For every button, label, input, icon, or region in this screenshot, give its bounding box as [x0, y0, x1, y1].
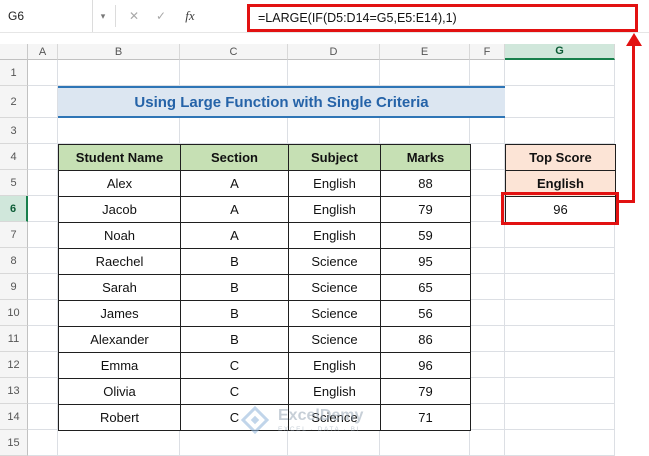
cell[interactable]: C: [181, 353, 289, 379]
row-header-14[interactable]: 14: [0, 404, 28, 430]
row-header-12[interactable]: 12: [0, 352, 28, 378]
row-header-9[interactable]: 9: [0, 274, 28, 300]
cell[interactable]: Science: [289, 405, 381, 431]
cell[interactable]: 71: [381, 405, 471, 431]
cell[interactable]: B: [181, 275, 289, 301]
header-section[interactable]: Section: [181, 145, 289, 171]
cell[interactable]: English: [289, 223, 381, 249]
enter-icon[interactable]: ✓: [149, 0, 173, 32]
cell[interactable]: 95: [381, 249, 471, 275]
cell[interactable]: Alex: [59, 171, 181, 197]
row-header-10[interactable]: 10: [0, 300, 28, 326]
insert-function-icon[interactable]: fx: [178, 0, 202, 32]
cell[interactable]: B: [181, 249, 289, 275]
row-header-15[interactable]: 15: [0, 430, 28, 456]
cell[interactable]: C: [181, 405, 289, 431]
cell[interactable]: English: [289, 379, 381, 405]
header-student-name[interactable]: Student Name: [59, 145, 181, 171]
row-header-6[interactable]: 6: [0, 196, 28, 222]
selected-cell-highlight: [501, 192, 619, 225]
cell[interactable]: Science: [289, 327, 381, 353]
cell[interactable]: 56: [381, 301, 471, 327]
name-box-dropdown-icon[interactable]: ▾: [94, 0, 112, 32]
cell[interactable]: Emma: [59, 353, 181, 379]
formula-bar[interactable]: =LARGE(IF(D5:D14=G5,E5:E14),1): [247, 4, 638, 32]
header-marks[interactable]: Marks: [381, 145, 471, 171]
cell[interactable]: B: [181, 327, 289, 353]
gridline-v: [614, 60, 615, 456]
cell[interactable]: Olivia: [59, 379, 181, 405]
cell[interactable]: Science: [289, 275, 381, 301]
column-header-C[interactable]: C: [180, 44, 288, 60]
formula-toolbar: G6 ▾ ✕ ✓ fx =LARGE(IF(D5:D14=G5,E5:E14),…: [0, 0, 649, 33]
row-header-13[interactable]: 13: [0, 378, 28, 404]
column-header-E[interactable]: E: [380, 44, 470, 60]
cell[interactable]: Robert: [59, 405, 181, 431]
row-header-1[interactable]: 1: [0, 60, 28, 86]
column-header-B[interactable]: B: [58, 44, 180, 60]
toolbar-divider: [115, 5, 116, 27]
column-header-A[interactable]: A: [28, 44, 58, 60]
row-header-3[interactable]: 3: [0, 118, 28, 144]
cell[interactable]: C: [181, 379, 289, 405]
row-header-5[interactable]: 5: [0, 170, 28, 196]
formula-text: =LARGE(IF(D5:D14=G5,E5:E14),1): [258, 11, 457, 25]
column-header-D[interactable]: D: [288, 44, 380, 60]
row-header-8[interactable]: 8: [0, 248, 28, 274]
select-all-corner[interactable]: [0, 44, 28, 60]
spreadsheet-grid: A B C D E F G 1 2 3 4 5 6 7 8 9 10 11 12…: [0, 44, 649, 456]
cell[interactable]: English: [289, 197, 381, 223]
cell[interactable]: 96: [381, 353, 471, 379]
name-box[interactable]: G6: [0, 0, 93, 32]
excel-window: G6 ▾ ✕ ✓ fx =LARGE(IF(D5:D14=G5,E5:E14),…: [0, 0, 649, 456]
cell[interactable]: English: [289, 353, 381, 379]
row-header-2[interactable]: 2: [0, 86, 28, 118]
cell[interactable]: Sarah: [59, 275, 181, 301]
cell[interactable]: 86: [381, 327, 471, 353]
cell[interactable]: Raechel: [59, 249, 181, 275]
row-header-7[interactable]: 7: [0, 222, 28, 248]
arrow-stub: [619, 200, 635, 203]
cell[interactable]: 65: [381, 275, 471, 301]
student-table: Student Name Section Subject Marks Alex …: [58, 144, 471, 431]
cell[interactable]: English: [289, 171, 381, 197]
cell[interactable]: 59: [381, 223, 471, 249]
column-header-F[interactable]: F: [470, 44, 505, 60]
cell[interactable]: Science: [289, 301, 381, 327]
cell[interactable]: Alexander: [59, 327, 181, 353]
cancel-icon[interactable]: ✕: [122, 0, 146, 32]
name-box-value: G6: [8, 9, 24, 23]
page-title: Using Large Function with Single Criteri…: [134, 94, 428, 111]
cell[interactable]: James: [59, 301, 181, 327]
gridline-v: [504, 60, 505, 456]
row-header-4[interactable]: 4: [0, 144, 28, 170]
cell[interactable]: Jacob: [59, 197, 181, 223]
column-header-G[interactable]: G: [505, 44, 615, 60]
cell[interactable]: A: [181, 223, 289, 249]
row-header-11[interactable]: 11: [0, 326, 28, 352]
result-header-cell[interactable]: Top Score: [506, 145, 616, 171]
cell[interactable]: 79: [381, 379, 471, 405]
cell[interactable]: A: [181, 197, 289, 223]
cell[interactable]: A: [181, 171, 289, 197]
cell[interactable]: B: [181, 301, 289, 327]
cell[interactable]: Noah: [59, 223, 181, 249]
cell[interactable]: 88: [381, 171, 471, 197]
arrow-line: [632, 44, 635, 203]
title-banner: Using Large Function with Single Criteri…: [58, 86, 505, 118]
cell[interactable]: 79: [381, 197, 471, 223]
header-subject[interactable]: Subject: [289, 145, 381, 171]
cell[interactable]: Science: [289, 249, 381, 275]
